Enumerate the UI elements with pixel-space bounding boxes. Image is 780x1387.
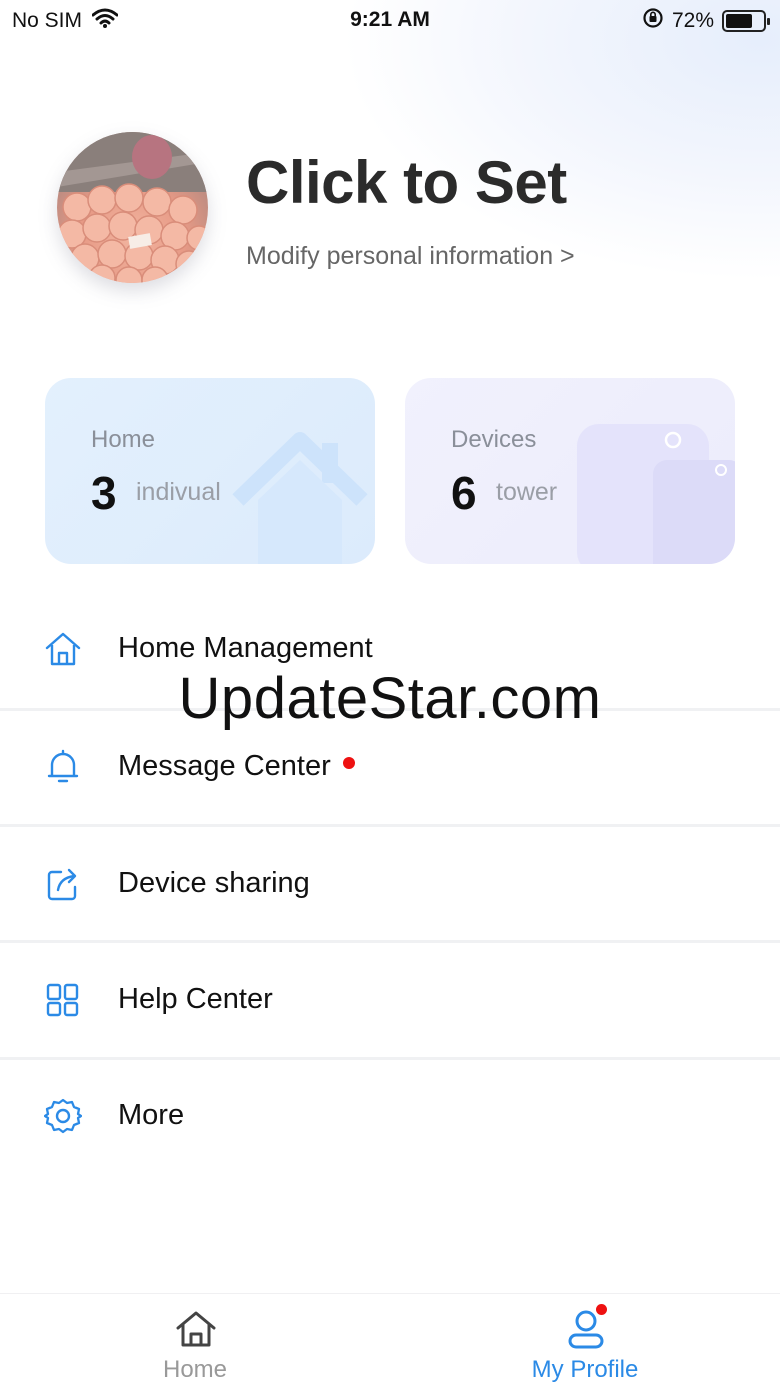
home-card-label: Home — [91, 426, 156, 453]
devices-card-value: 6 — [451, 467, 477, 519]
home-count-card[interactable]: Home 3 indivual — [45, 378, 375, 564]
tab-bar: Home My Profile — [0, 1293, 780, 1387]
devices-card-label: Devices — [451, 426, 537, 453]
grid-icon — [44, 981, 82, 1019]
menu-item-help-center[interactable]: Help Center — [0, 943, 780, 1059]
device-icon — [577, 424, 735, 564]
battery-icon — [722, 10, 770, 32]
menu-item-device-sharing[interactable]: Device sharing — [0, 827, 780, 943]
home-card-unit: indivual — [136, 478, 221, 506]
orientation-lock-icon — [642, 7, 664, 35]
home-tab-icon — [175, 1308, 217, 1350]
devices-card-unit: tower — [496, 478, 558, 506]
tab-my-profile-label: My Profile — [531, 1356, 639, 1383]
gear-icon — [43, 1097, 83, 1135]
modify-profile-link[interactable]: Modify personal information > — [246, 242, 575, 271]
status-bar: No SIM 9:21 AM 72% — [0, 0, 780, 40]
battery-percent: 72% — [671, 9, 714, 32]
devices-count-card[interactable]: Devices 6 tower — [405, 378, 735, 564]
share-icon — [44, 865, 82, 903]
home-card-value: 3 — [91, 467, 117, 519]
battery-level — [726, 14, 752, 28]
menu-label-more: More — [118, 1099, 185, 1131]
menu-label-message-center: Message Center — [118, 750, 355, 783]
avatar[interactable] — [57, 132, 208, 283]
status-right: 72% — [642, 7, 770, 35]
home-outline-icon — [44, 630, 82, 668]
menu-label-home-management: Home Management — [118, 632, 373, 664]
menu-label-help-center: Help Center — [118, 983, 273, 1015]
house-icon — [232, 432, 368, 564]
bell-icon — [44, 748, 82, 786]
profile-name[interactable]: Click to Set — [246, 148, 567, 217]
menu-item-more[interactable]: More — [0, 1059, 780, 1175]
avatar-image — [57, 132, 208, 283]
tab-home-label: Home — [162, 1356, 228, 1383]
watermark-text: UpdateStar.com — [178, 666, 602, 731]
tab-my-profile[interactable]: My Profile — [390, 1294, 780, 1387]
unread-badge — [342, 757, 355, 770]
tab-home[interactable]: Home — [0, 1294, 390, 1387]
message-center-text: Message Center — [118, 750, 331, 782]
profile-badge — [596, 1304, 607, 1315]
menu-label-device-sharing: Device sharing — [118, 867, 310, 899]
